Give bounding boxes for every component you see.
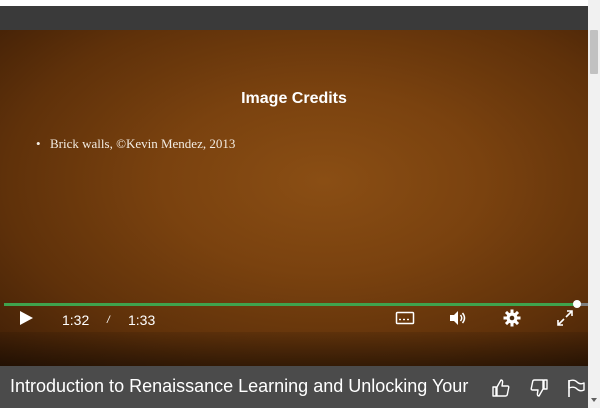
- slide-title: Image Credits: [241, 90, 347, 107]
- video-title-bar: Introduction to Renaissance Learning and…: [0, 366, 588, 408]
- flag-icon: [568, 379, 585, 397]
- progress-bar[interactable]: [4, 300, 588, 308]
- duration-time: 1:33: [128, 312, 156, 328]
- scrollbar-thumb[interactable]: [590, 30, 598, 74]
- fullscreen-icon: [557, 310, 573, 326]
- settings-icon: [503, 309, 521, 327]
- slide-bullet-text: Brick walls, ©Kevin Mendez, 2013: [50, 136, 236, 151]
- video-title: Introduction to Renaissance Learning and…: [10, 376, 469, 396]
- dislike-button[interactable]: [529, 378, 549, 398]
- bullet-dot-icon: •: [36, 136, 41, 151]
- time-separator: /: [107, 315, 110, 326]
- scroll-down-arrow-icon[interactable]: [591, 398, 597, 402]
- like-button[interactable]: [491, 378, 511, 398]
- controls-bar: [0, 332, 588, 366]
- slide-bullet-item: • Brick walls, ©Kevin Mendez, 2013: [36, 136, 235, 152]
- play-icon: [20, 311, 33, 325]
- fullscreen-button[interactable]: [555, 308, 575, 328]
- volume-icon: [450, 311, 466, 325]
- progress-fill: [4, 303, 578, 306]
- player-top-bar: [0, 6, 588, 30]
- captions-button[interactable]: [395, 308, 415, 328]
- settings-button[interactable]: [502, 308, 522, 328]
- play-button[interactable]: [18, 310, 34, 326]
- captions-icon: [395, 311, 415, 325]
- thumbs-down-icon: [530, 379, 548, 397]
- volume-button[interactable]: [448, 308, 468, 328]
- thumbs-up-icon: [492, 379, 510, 397]
- flag-button[interactable]: [566, 378, 586, 398]
- current-time: 1:32: [62, 312, 90, 328]
- page-scrollbar[interactable]: [588, 0, 600, 408]
